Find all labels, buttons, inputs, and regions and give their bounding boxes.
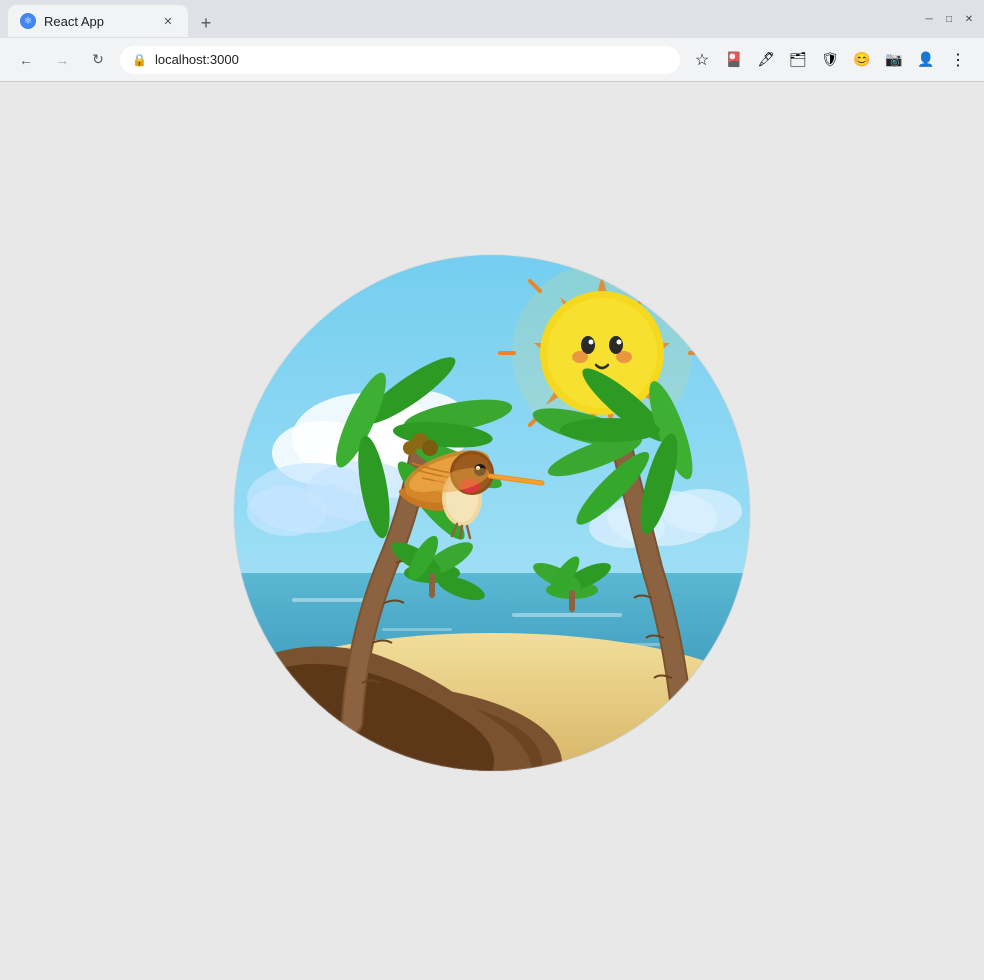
ext-icon-2[interactable]: 🖋 <box>752 46 780 74</box>
forward-button[interactable]: → <box>48 46 76 74</box>
address-bar: ← → ↻ 🔒 localhost:3000 ☆ 🎴 🖋 🗂 🛡 😊 📷 👤 ⋮ <box>0 38 984 82</box>
menu-icon[interactable]: ⋮ <box>944 46 972 74</box>
close-button[interactable]: ✕ <box>962 12 976 26</box>
tab-bar: ⚛ React App ✕ + <box>8 1 922 37</box>
new-tab-button[interactable]: + <box>192 9 220 37</box>
page-content <box>0 82 984 944</box>
ext-icon-6[interactable]: 📷 <box>880 46 908 74</box>
ext-icon-3[interactable]: 🗂 <box>784 46 812 74</box>
profile-icon[interactable]: 👤 <box>912 46 940 74</box>
toolbar-icons: ☆ 🎴 🖋 🗂 🛡 😊 📷 👤 ⋮ <box>688 46 972 74</box>
ext-icon-5[interactable]: 😊 <box>848 46 876 74</box>
reload-button[interactable]: ↻ <box>84 46 112 74</box>
window-controls: ─ □ ✕ <box>922 12 976 26</box>
tropical-scene-svg <box>232 253 752 773</box>
scene-illustration <box>232 253 752 773</box>
lock-icon: 🔒 <box>132 53 147 67</box>
back-button[interactable]: ← <box>12 46 40 74</box>
tab-close-button[interactable]: ✕ <box>160 13 176 29</box>
browser-chrome: ⚛ React App ✕ + ─ □ ✕ ← → ↻ 🔒 localhost:… <box>0 0 984 82</box>
bookmark-icon[interactable]: ☆ <box>688 46 716 74</box>
url-text: localhost:3000 <box>155 52 239 67</box>
url-bar[interactable]: 🔒 localhost:3000 <box>120 46 680 74</box>
title-bar: ⚛ React App ✕ + ─ □ ✕ <box>0 0 984 38</box>
active-tab[interactable]: ⚛ React App ✕ <box>8 5 188 37</box>
tab-title: React App <box>44 14 104 29</box>
ext-icon-1[interactable]: 🎴 <box>720 46 748 74</box>
ext-icon-4[interactable]: 🛡 <box>816 46 844 74</box>
tab-favicon: ⚛ <box>20 13 36 29</box>
maximize-button[interactable]: □ <box>942 12 956 26</box>
minimize-button[interactable]: ─ <box>922 12 936 26</box>
